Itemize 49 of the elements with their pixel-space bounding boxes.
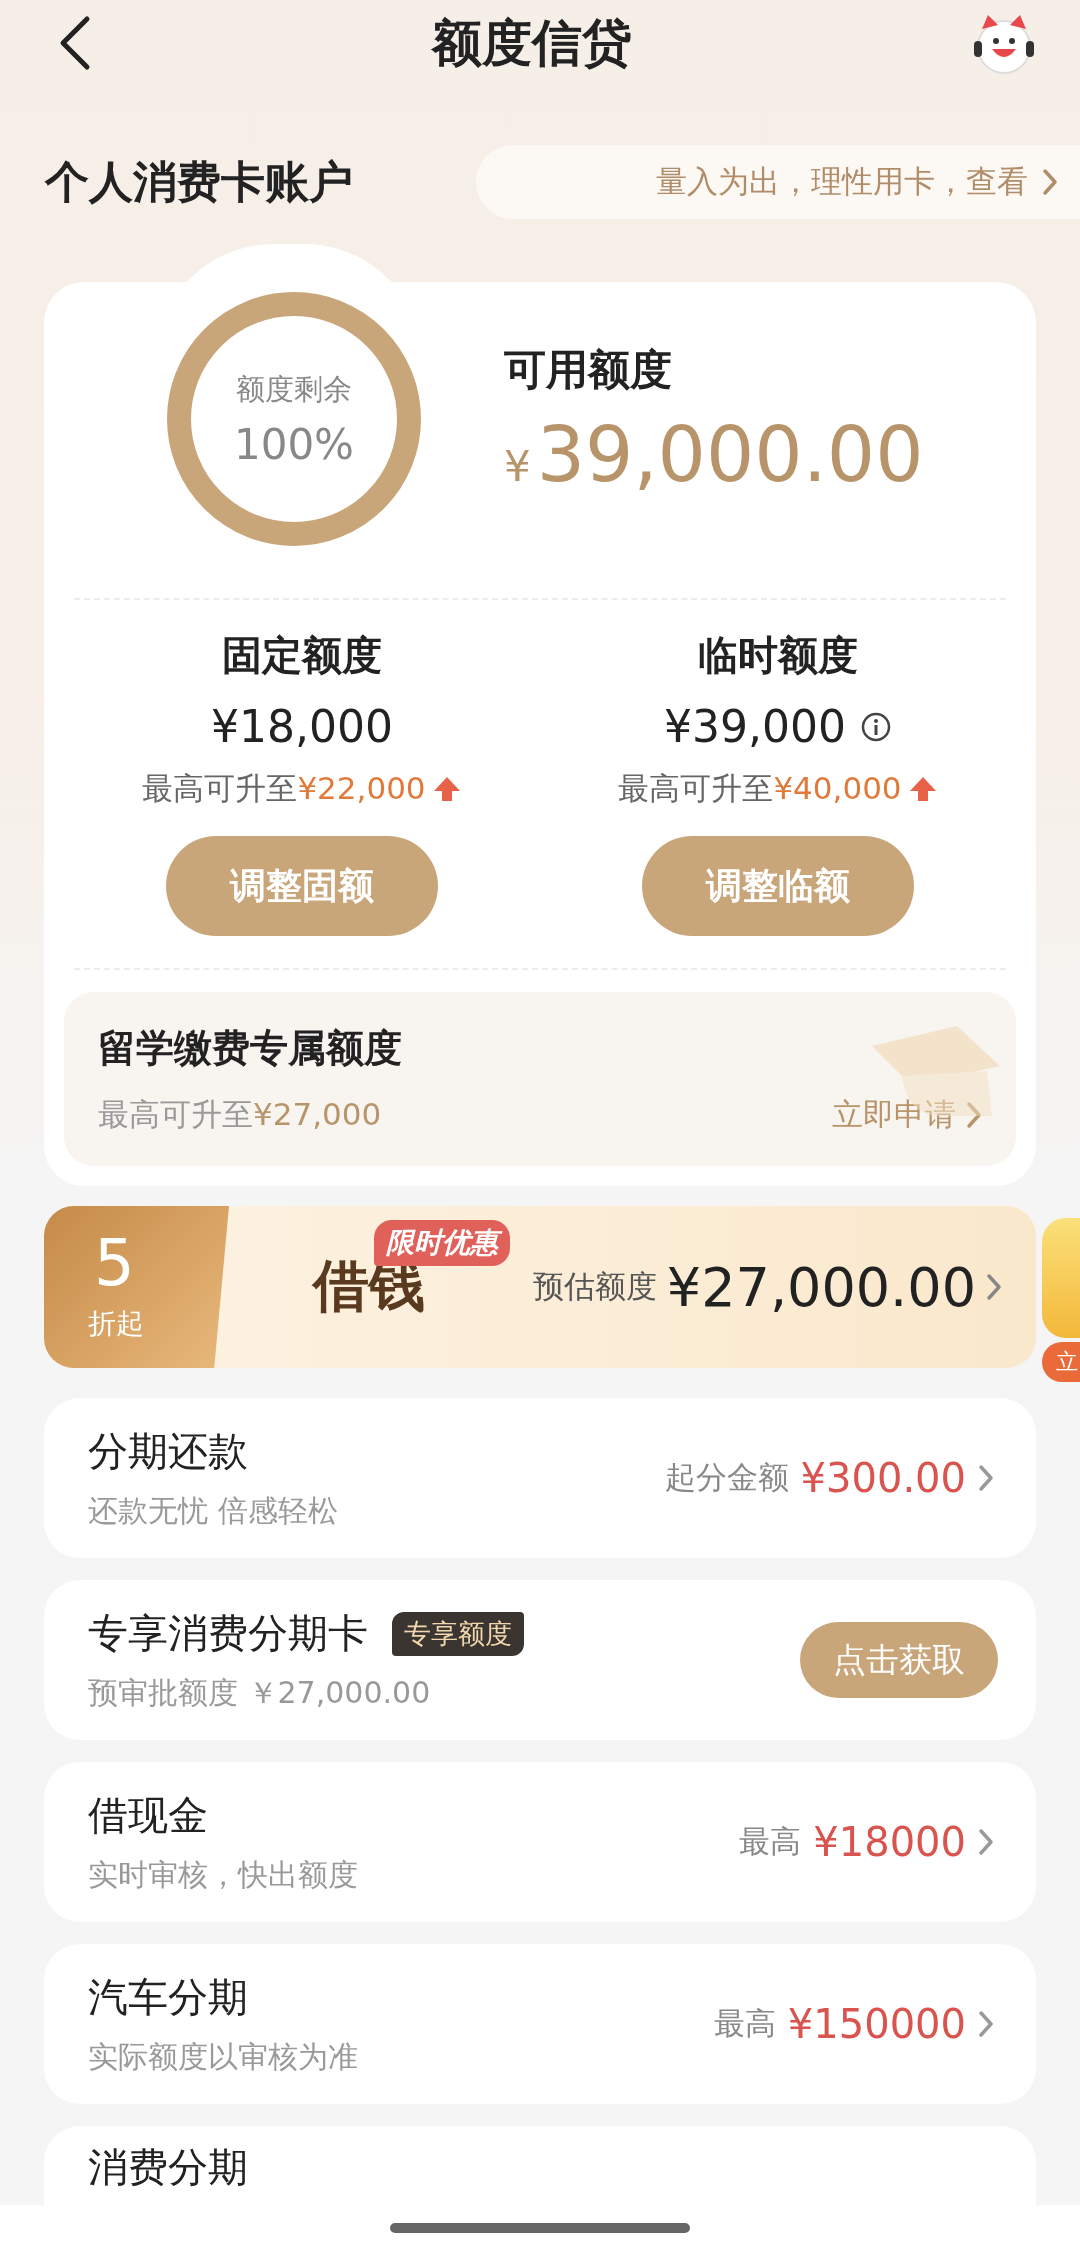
page-title: 额度信贷 <box>431 12 632 74</box>
ring-percentage: 100% <box>233 419 355 469</box>
service-row[interactable]: 专享消费分期卡 专享额度 预审批额度 ￥27,000.00 点击获取 <box>44 1580 1036 1740</box>
service-subtitle: 预审批额度 ￥27,000.00 <box>88 1674 432 1712</box>
estimate-label: 预估额度 <box>532 1267 657 1306</box>
service-row[interactable]: 借现金 实时审核，快出额度 最高 ¥18000 <box>44 1762 1036 1922</box>
service-title: 借现金 <box>88 1791 208 1840</box>
limit-amount: ¥18,000 <box>211 701 393 752</box>
study-quota-card[interactable]: 留学缴费专属额度 最高可升至¥27,000 立即申请 <box>64 992 1016 1166</box>
study-title: 留学缴费专属额度 <box>98 1024 403 1072</box>
amount-value: ¥18000 <box>813 1819 966 1865</box>
available-label: 可用额度 <box>504 343 673 396</box>
service-title: 汽车分期 <box>88 1973 248 2022</box>
upgrade-hint: 最高可升至¥22,000 <box>142 769 426 808</box>
exclusive-badge: 专享额度 <box>392 1611 524 1656</box>
service-subtitle: 实时审核，快出额度 <box>88 1856 358 1894</box>
service-title: 专享消费分期卡 <box>88 1609 368 1658</box>
estimate-amount: ¥27,000.00 <box>666 1255 976 1319</box>
amount-value: ¥300.00 <box>800 1455 966 1501</box>
service-subtitle: 还款无忧 倍感轻松 <box>88 1492 338 1530</box>
chevron-icon <box>978 2010 994 2038</box>
chevron-icon <box>978 1464 994 1492</box>
amount-value: ¥150000 <box>787 2001 966 2047</box>
amount-label: 最高 <box>713 2004 776 2043</box>
upgrade-hint: 最高可升至¥27,000 <box>98 1094 382 1134</box>
service-row[interactable]: 汽车分期 实际额度以审核为准 最高 ¥150000 <box>44 1944 1036 2104</box>
upgrade-hint: 最高可升至¥40,000 <box>618 769 902 808</box>
service-title: 分期还款 <box>88 1427 248 1476</box>
chevron-icon <box>966 1100 982 1129</box>
section-title: 个人消费卡账户 <box>45 154 353 209</box>
chevron-icon <box>978 1828 994 1856</box>
limit-amount: ¥39,000 <box>664 701 846 752</box>
chevron-icon <box>1042 168 1058 196</box>
info-icon[interactable] <box>859 710 892 743</box>
amount-label: 起分金额 <box>664 1458 789 1497</box>
chevron-icon <box>986 1273 1002 1301</box>
service-row[interactable]: 分期还款 还款无忧 倍感轻松 起分金额 ¥300.00 <box>44 1398 1036 1558</box>
amount-label: 最高 <box>739 1822 802 1861</box>
discount-number: 5 <box>94 1231 135 1295</box>
limit-title: 固定额度 <box>222 631 382 680</box>
up-arrow-icon <box>431 775 462 803</box>
available-amount: ¥39,000.00 <box>504 409 924 499</box>
service-subtitle: 实际额度以审核为准 <box>88 2038 358 2076</box>
up-arrow-icon <box>907 775 938 803</box>
service-row[interactable]: 消费分期 <box>44 2126 1036 2205</box>
ring-label: 额度剩余 <box>236 370 352 408</box>
limit-title: 临时额度 <box>698 631 858 680</box>
discount-unit: 折起 <box>88 1306 144 1342</box>
service-title: 消费分期 <box>88 2143 248 2192</box>
